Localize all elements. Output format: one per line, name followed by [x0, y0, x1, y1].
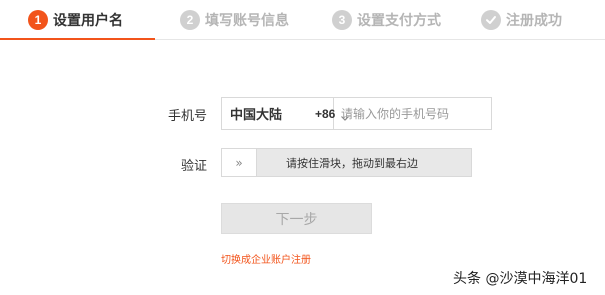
step-3: 3 设置支付方式 [332, 9, 441, 31]
country-code-select[interactable]: 中国大陆 +86 [222, 98, 349, 129]
next-step-button[interactable]: 下一步 [221, 203, 372, 234]
country-name: 中国大陆 [230, 108, 283, 123]
switch-to-enterprise-link[interactable]: 切换成企业账户注册 [221, 251, 311, 266]
slide-verification: » 请按住滑块，拖动到最右边 [221, 148, 472, 177]
step-label: 设置用户名 [53, 13, 123, 29]
registration-steps: 1 设置用户名 2 填写账号信息 3 设置支付方式 注册成功 [0, 0, 605, 40]
slider-handle[interactable]: » [222, 149, 257, 176]
step-number-badge: 2 [180, 10, 200, 30]
slider-hint-text: 请按住滑块，拖动到最右边 [286, 157, 418, 170]
phone-field-group: 中国大陆 +86 [221, 97, 492, 130]
step-label: 注册成功 [506, 13, 562, 29]
step-number-badge: 3 [332, 10, 352, 30]
step-label: 设置支付方式 [357, 13, 441, 29]
step-2: 2 填写账号信息 [180, 9, 289, 31]
step-4: 注册成功 [481, 9, 562, 31]
phone-number-input[interactable] [334, 98, 491, 129]
active-step-underline [0, 38, 155, 40]
check-circle-icon [481, 10, 501, 30]
chevron-down-icon [340, 108, 350, 127]
phone-label: 手机号 [168, 109, 208, 124]
country-code: +86 [315, 106, 336, 121]
verify-label: 验证 [181, 159, 208, 174]
step-number-badge: 1 [28, 10, 48, 30]
watermark-text: 头条 @沙漠中海洋01 [453, 271, 588, 287]
step-1: 1 设置用户名 [28, 9, 123, 31]
step-label: 填写账号信息 [205, 13, 289, 29]
